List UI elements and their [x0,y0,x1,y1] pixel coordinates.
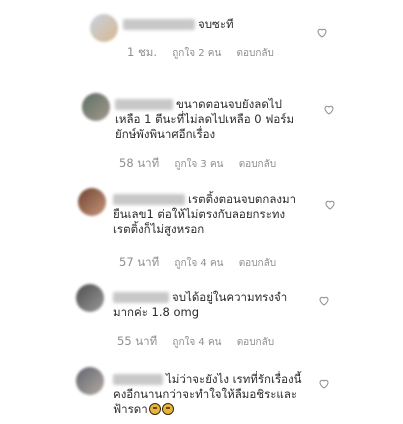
comment-text: เรตติ้งตอนจบตกลงมา ยืนเลข1 ต่อให้ไม่ตรงก… [113,192,297,236]
comment-meta: 58 นาที ถูกใจ 3 คน ตอบกลับ [119,155,276,173]
comment-time: 58 นาที [119,156,160,170]
like-count[interactable]: ถูกใจ 3 คน [174,159,223,170]
username-redacted[interactable] [113,194,185,205]
heart-outline-icon[interactable] [324,199,336,210]
username-redacted[interactable] [113,292,169,303]
heart-outline-icon[interactable] [318,295,330,306]
reply-button[interactable]: ตอบกลับ [237,337,274,348]
username-redacted[interactable] [123,19,195,30]
comment-time: 55 นาที [117,334,158,348]
comment-text: จบได้อยู่ในความทรงจำ มากค่ะ 1.8 omg [113,290,288,319]
reply-button[interactable]: ตอบกลับ [237,48,274,59]
heart-outline-icon[interactable] [318,378,330,389]
like-count[interactable]: ถูกใจ 2 คน [172,48,221,59]
avatar[interactable] [90,14,118,42]
avatar[interactable] [78,188,106,216]
comment-time: 1 ชม. [127,45,158,59]
reply-button[interactable]: ตอบกลับ [239,258,276,269]
reply-button[interactable]: ตอบกลับ [239,159,276,170]
sad-face-emoji [148,403,161,415]
heart-outline-icon[interactable] [323,104,335,115]
comment-meta: 1 ชม. ถูกใจ 2 คน ตอบกลับ [127,44,274,62]
like-count[interactable]: ถูกใจ 4 คน [172,337,221,348]
avatar[interactable] [76,367,104,395]
comment-text: ขนาดตอนจบยังลดไป เหลือ 1 ตีนะที่ไม่ลดไปเ… [115,97,295,141]
comment-text: จบซะที [123,17,234,32]
sad-face-emoji [161,403,174,415]
username-redacted[interactable] [115,99,173,110]
avatar[interactable] [82,93,110,121]
heart-outline-icon[interactable] [316,27,328,38]
like-count[interactable]: ถูกใจ 4 คน [174,258,223,269]
avatar[interactable] [76,284,104,312]
comment-meta: 55 นาที ถูกใจ 4 คน ตอบกลับ [117,333,274,351]
comment-text: ไม่ว่าจะยังไง เรทที่รักเรื่องนี้ คงอีกนา… [113,372,302,416]
comment-time: 57 นาที [119,255,160,269]
comment-meta: 57 นาที ถูกใจ 4 คน ตอบกลับ [119,254,276,272]
username-redacted[interactable] [113,374,163,385]
